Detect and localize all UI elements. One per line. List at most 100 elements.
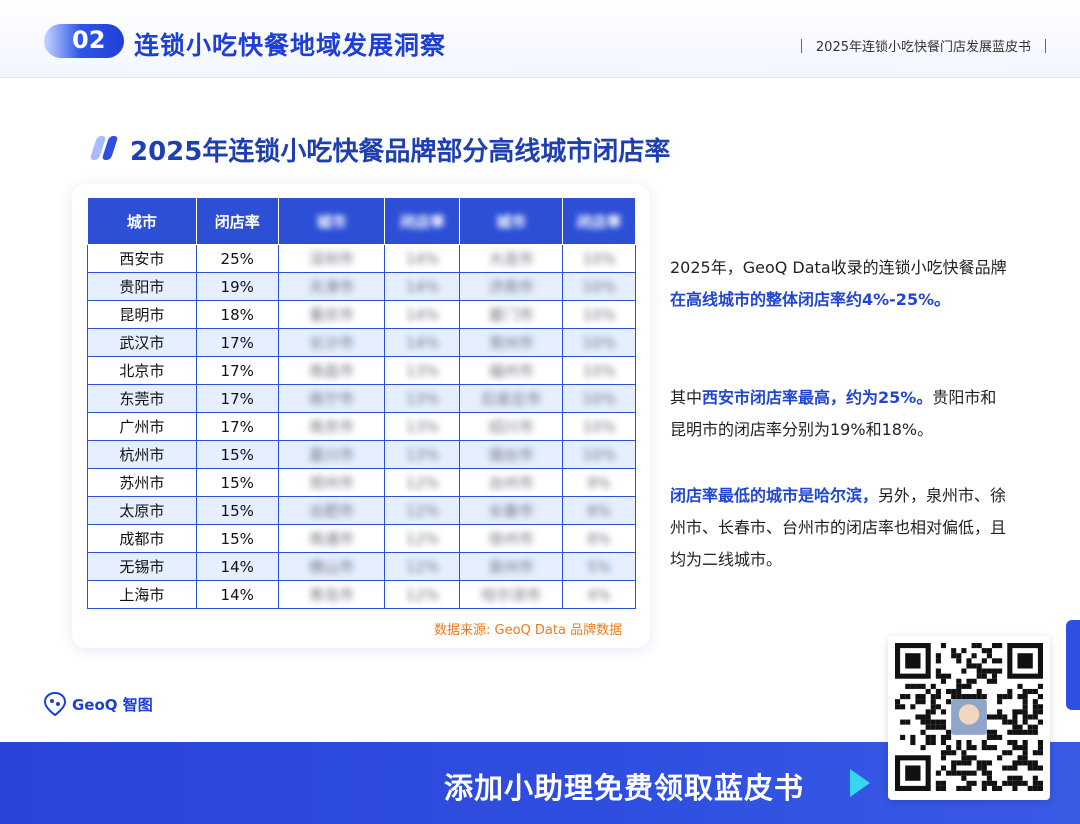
rate-cell: 17% — [195, 412, 279, 441]
cta-text[interactable]: 添加小助理免费领取蓝皮书 — [444, 765, 804, 807]
report-name: 2025年连锁小吃快餐门店发展蓝皮书 — [815, 40, 1031, 55]
blurred-value: 台州市 — [488, 474, 534, 492]
table-row: 广州市 17% 南京市 13% 绍兴市 10% — [87, 412, 636, 441]
blurred-value: 10% — [582, 445, 616, 464]
blurred-value: 烟台市 — [488, 446, 534, 464]
city-cell: 常州市 — [459, 328, 564, 357]
rate-cell: 14% — [195, 580, 279, 609]
blurred-value: 长沙市 — [309, 334, 355, 352]
city-cell: 重庆市 — [277, 300, 386, 329]
col-header-rate-3-text: 闭店率 — [576, 212, 622, 231]
rate-cell: 4% — [562, 580, 636, 609]
blurred-value: 10% — [582, 305, 616, 324]
rate-cell: 14% — [384, 272, 461, 301]
blurred-value: 10% — [582, 389, 616, 408]
col-header-rate-2: 闭店率 — [384, 197, 461, 245]
rate-cell: 13% — [384, 412, 461, 441]
rate-cell: 17% — [195, 328, 279, 357]
blurred-value: 徐州市 — [488, 530, 534, 548]
city-cell: 郑州市 — [277, 468, 386, 497]
city-cell: 昆明市 — [87, 300, 197, 329]
rate-cell: 19% — [195, 272, 279, 301]
blurred-value: 南昌市 — [309, 362, 355, 380]
blurred-value: 13% — [405, 417, 440, 436]
page-header: 02 连锁小吃快餐地域发展洞察 2025年连锁小吃快餐门店发展蓝皮书 — [0, 0, 1080, 78]
data-source-note: 数据来源: GeoQ Data 品牌数据 — [434, 623, 623, 638]
blurred-value: 南通市 — [309, 530, 355, 548]
table-row: 西安市 25% 深圳市 14% 大连市 10% — [87, 244, 636, 273]
divider — [800, 38, 802, 53]
rate-cell: 8% — [562, 524, 636, 553]
rate-cell: 15% — [195, 524, 279, 553]
blurred-value: 福州市 — [488, 362, 534, 380]
city-cell: 南京市 — [277, 412, 386, 441]
city-cell: 福州市 — [459, 356, 564, 385]
table-body: 西安市 25% 深圳市 14% 大连市 10% 贵阳市 19% 天津市 14% 济南市 10% 昆明市 1… — [87, 244, 636, 609]
play-arrow-icon[interactable] — [848, 767, 872, 799]
col-header-city: 城市 — [87, 197, 197, 245]
geoq-logo-icon — [44, 692, 66, 716]
rate-cell: 9% — [562, 468, 636, 497]
blurred-value: 14% — [405, 333, 440, 352]
rate-cell: 10% — [562, 356, 636, 385]
city-cell: 上海市 — [87, 580, 197, 609]
city-cell: 深圳市 — [277, 244, 386, 273]
blurred-value: 合肥市 — [309, 502, 355, 520]
paragraph-2-text-a: 其中 — [670, 388, 703, 407]
table-row: 成都市 15% 南通市 12% 徐州市 8% — [87, 524, 636, 553]
paragraph-1: 2025年，GeoQ Data收录的连锁小吃快餐品牌在高线城市的整体闭店率约4%… — [670, 252, 1010, 316]
blurred-value: 4% — [587, 585, 611, 604]
city-cell: 徐州市 — [459, 524, 564, 553]
rate-cell: 10% — [562, 412, 636, 441]
blurred-value: 12% — [405, 501, 440, 520]
col-header-city-2: 城市 — [277, 197, 386, 245]
blurred-value: 济南市 — [488, 278, 534, 296]
city-cell: 成都市 — [87, 524, 197, 553]
rate-cell: 14% — [384, 244, 461, 273]
blurred-value: 13% — [405, 389, 440, 408]
table-row: 苏州市 15% 郑州市 12% 台州市 9% — [87, 468, 636, 497]
rate-cell: 10% — [562, 272, 636, 301]
blurred-value: 泉州市 — [488, 558, 534, 576]
rate-cell: 15% — [195, 468, 279, 497]
blurred-value: 8% — [587, 501, 611, 520]
blurred-value: 14% — [405, 249, 440, 268]
rate-cell: 10% — [562, 300, 636, 329]
table-header-row: 城市 闭店率 城市 闭店率 城市 闭店率 — [87, 197, 636, 245]
city-cell: 太原市 — [87, 496, 197, 525]
rate-cell: 14% — [384, 328, 461, 357]
table-row: 昆明市 18% 重庆市 14% 厦门市 10% — [87, 300, 636, 329]
blurred-value: 石家庄市 — [481, 390, 542, 408]
city-cell: 合肥市 — [277, 496, 386, 525]
paragraph-2-highlight: 西安市闭店率最高，约为25%。 — [702, 388, 933, 407]
table-row: 无锡市 14% 佛山市 12% 泉州市 5% — [87, 552, 636, 581]
divider — [1045, 38, 1046, 53]
city-cell: 厦门市 — [459, 300, 564, 329]
city-cell: 贵阳市 — [87, 272, 197, 301]
paragraph-3: 闭店率最低的城市是哈尔滨，另外，泉州市、徐州市、长春市、台州市的闭店率也相对偏低… — [670, 480, 1010, 576]
rate-cell: 10% — [562, 244, 636, 273]
table-row: 上海市 14% 青岛市 12% 哈尔滨市 4% — [87, 580, 636, 609]
city-cell: 泉州市 — [459, 552, 564, 581]
paragraph-2: 其中西安市闭店率最高，约为25%。贵阳市和昆明市的闭店率分别为19%和18%。 — [670, 382, 1010, 446]
blurred-value: 12% — [405, 585, 440, 604]
blurred-value: 12% — [405, 557, 440, 576]
rate-cell: 14% — [195, 552, 279, 581]
blurred-value: 8% — [587, 529, 611, 548]
rate-cell: 13% — [384, 440, 461, 469]
city-cell: 大连市 — [459, 244, 564, 273]
table-row: 太原市 15% 合肥市 12% 长春市 8% — [87, 496, 636, 525]
city-cell: 无锡市 — [87, 552, 197, 581]
qr-code[interactable] — [888, 636, 1050, 800]
edge-decoration — [1066, 620, 1080, 710]
rate-cell: 10% — [562, 384, 636, 413]
rate-cell: 13% — [384, 384, 461, 413]
blurred-value: 14% — [405, 277, 440, 296]
rate-cell: 12% — [384, 468, 461, 497]
rate-cell: 10% — [562, 328, 636, 357]
col-header-city-2-text: 城市 — [316, 212, 347, 231]
city-cell: 杭州市 — [87, 440, 197, 469]
blurred-value: 10% — [582, 417, 616, 436]
table-row: 杭州市 15% 嘉兴市 13% 烟台市 10% — [87, 440, 636, 469]
city-cell: 南通市 — [277, 524, 386, 553]
